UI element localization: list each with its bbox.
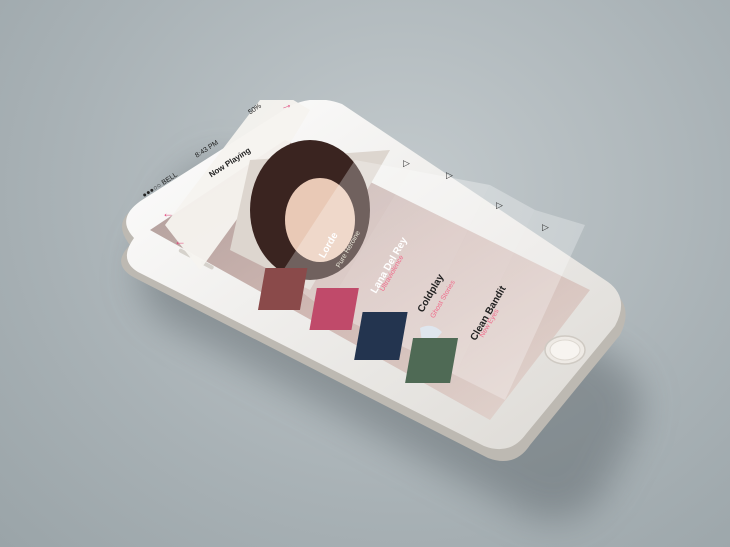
back-arrow-icon[interactable]: ←: [162, 206, 174, 220]
album-art-lorde: [257, 268, 308, 310]
album-art-lana: [309, 288, 359, 330]
app-screen: [165, 100, 585, 400]
play-icon-1[interactable]: ▷: [403, 158, 410, 169]
album-art-coldplay: [354, 312, 408, 360]
play-icon-4[interactable]: ▷: [542, 222, 549, 233]
album-art-clean-bandit: [405, 338, 459, 383]
play-icon-2[interactable]: ▷: [446, 170, 453, 181]
play-icon-3[interactable]: ▷: [496, 200, 503, 211]
back-arrow-icon-secondary[interactable]: ←: [174, 234, 186, 248]
phone-mockup: ●●●○○ BELL 8:43 PM 50% Now Playing ← ← →…: [110, 96, 630, 470]
